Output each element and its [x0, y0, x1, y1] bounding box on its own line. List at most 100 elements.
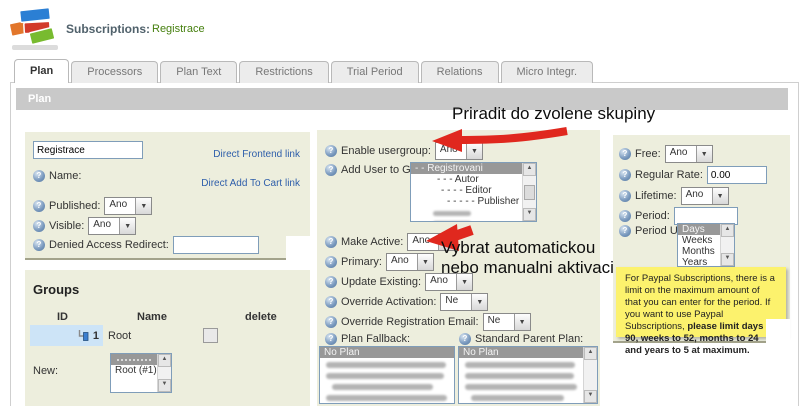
- chevron-down-icon[interactable]: ▼: [712, 188, 728, 204]
- plan-name-input[interactable]: [33, 141, 143, 159]
- help-icon[interactable]: ?: [325, 164, 337, 176]
- pricing-panel: ? Free: Ano ▼ ? Regular Rate: ? Lifetime…: [613, 135, 790, 343]
- chevron-down-icon[interactable]: ▼: [119, 218, 135, 234]
- standard-parent-listbox[interactable]: No Plan ▲ ▼: [458, 346, 598, 404]
- group-name-value: Root: [108, 330, 131, 342]
- primary-row: ? Primary: Ano ▼: [325, 253, 434, 271]
- help-icon[interactable]: ?: [33, 200, 45, 212]
- tab-plan[interactable]: Plan: [14, 59, 69, 83]
- list-item[interactable]: No Plan: [459, 347, 583, 358]
- chevron-down-icon[interactable]: ▼: [135, 198, 151, 214]
- plan-fallback-label: Plan Fallback:: [341, 333, 410, 345]
- visible-select[interactable]: Ano ▼: [88, 217, 136, 235]
- scroll-up-icon[interactable]: ▲: [523, 163, 536, 176]
- scrollbar[interactable]: ▲ ▼: [157, 354, 171, 392]
- scroll-down-icon[interactable]: ▼: [158, 379, 171, 392]
- tab-trial-period[interactable]: Trial Period: [331, 61, 419, 83]
- scroll-up-icon[interactable]: ▲: [584, 347, 597, 360]
- help-icon[interactable]: ?: [33, 170, 45, 182]
- list-item[interactable]: - - - Autor: [411, 174, 522, 185]
- make-active-row: ? Make Active: Ano ▼: [325, 233, 455, 251]
- help-icon[interactable]: ?: [619, 169, 631, 181]
- override-email-select[interactable]: Ne ▼: [483, 313, 531, 331]
- list-item[interactable]: Months: [678, 246, 720, 257]
- direct-frontend-link[interactable]: Direct Frontend link: [213, 149, 300, 160]
- list-item[interactable]: Root (#1): [111, 365, 157, 376]
- override-activation-label: Override Activation:: [341, 296, 436, 308]
- list-item[interactable]: - - Registrovani: [411, 163, 522, 174]
- tab-micro-integr[interactable]: Micro Integr.: [501, 61, 594, 83]
- section-title-bar: Plan: [16, 88, 788, 110]
- help-icon[interactable]: ?: [325, 276, 337, 288]
- scroll-down-icon[interactable]: ▼: [584, 390, 597, 403]
- regular-rate-input[interactable]: [707, 166, 767, 184]
- delete-checkbox[interactable]: [203, 328, 218, 343]
- lifetime-row: ? Lifetime: Ano ▼: [619, 187, 729, 205]
- standard-parent-row: ? Standard Parent Plan:: [459, 333, 583, 345]
- groups-panel: Groups ID Name delete 1 Root New: Root (…: [25, 270, 310, 406]
- tab-relations[interactable]: Relations: [421, 61, 499, 83]
- tab-processors[interactable]: Processors: [71, 61, 158, 83]
- list-item[interactable]: No Plan: [320, 347, 454, 358]
- help-icon[interactable]: ?: [619, 225, 631, 237]
- group-id-cell[interactable]: 1: [30, 325, 103, 346]
- list-item[interactable]: - - - - - Publisher: [411, 196, 522, 207]
- scroll-thumb[interactable]: [524, 185, 535, 200]
- new-group-listbox[interactable]: Root (#1) ▲ ▼: [110, 353, 172, 393]
- scroll-up-icon[interactable]: ▲: [721, 224, 734, 237]
- help-icon[interactable]: ?: [325, 145, 337, 157]
- separator-option[interactable]: [111, 354, 157, 365]
- period-label: Period:: [635, 210, 670, 222]
- help-icon[interactable]: ?: [459, 333, 471, 345]
- help-icon[interactable]: ?: [33, 239, 45, 251]
- subscriptions-logo: [8, 5, 66, 55]
- help-icon[interactable]: ?: [325, 296, 337, 308]
- redacted-item: [465, 373, 574, 379]
- help-icon[interactable]: ?: [619, 148, 631, 160]
- denied-redirect-input[interactable]: [173, 236, 259, 254]
- list-item[interactable]: Weeks: [678, 235, 720, 246]
- chevron-down-icon[interactable]: ▼: [466, 143, 482, 159]
- help-icon[interactable]: ?: [325, 236, 337, 248]
- scroll-down-icon[interactable]: ▼: [721, 253, 734, 266]
- name-field-row: ? Name:: [33, 170, 81, 182]
- override-activation-select[interactable]: Ne ▼: [440, 293, 488, 311]
- chevron-down-icon[interactable]: ▼: [417, 254, 433, 270]
- published-select[interactable]: Ano ▼: [104, 197, 152, 215]
- list-item[interactable]: Years: [678, 257, 720, 266]
- group-id-value: 1: [93, 330, 99, 342]
- name-label: Name:: [49, 170, 81, 182]
- add-user-listbox[interactable]: - - Registrovani - - - Autor - - - - Edi…: [410, 162, 537, 222]
- primary-select[interactable]: Ano ▼: [386, 253, 434, 271]
- direct-add-to-cart-link[interactable]: Direct Add To Cart link: [201, 178, 300, 189]
- help-icon[interactable]: ?: [619, 210, 631, 222]
- listbox-items: Root (#1): [111, 354, 157, 392]
- scroll-down-icon[interactable]: ▼: [523, 208, 536, 221]
- help-icon[interactable]: ?: [33, 220, 45, 232]
- free-value: Ano: [666, 146, 696, 162]
- visible-row: ? Visible: Ano ▼: [33, 217, 136, 235]
- scroll-up-icon[interactable]: ▲: [158, 354, 171, 367]
- lifetime-select[interactable]: Ano ▼: [681, 187, 729, 205]
- tab-restrictions[interactable]: Restrictions: [239, 61, 328, 83]
- redacted-item: [326, 395, 447, 401]
- published-value: Ano: [105, 198, 135, 214]
- help-icon[interactable]: ?: [325, 316, 337, 328]
- scrollbar[interactable]: ▲ ▼: [522, 163, 536, 221]
- enable-usergroup-select[interactable]: Ano ▼: [435, 142, 483, 160]
- free-select[interactable]: Ano ▼: [665, 145, 713, 163]
- chevron-down-icon[interactable]: ▼: [696, 146, 712, 162]
- list-item[interactable]: - - - - Editor: [411, 185, 522, 196]
- plan-fallback-listbox[interactable]: No Plan: [319, 346, 455, 404]
- help-icon[interactable]: ?: [325, 333, 337, 345]
- tab-plan-text[interactable]: Plan Text: [160, 61, 237, 83]
- list-item[interactable]: Days: [678, 224, 720, 235]
- scrollbar[interactable]: ▲ ▼: [583, 347, 597, 403]
- scrollbar[interactable]: ▲ ▼: [720, 224, 734, 266]
- period-unit-listbox[interactable]: Days Weeks Months Years ▲ ▼: [677, 223, 735, 267]
- make-active-value: Ano: [408, 234, 438, 250]
- help-icon[interactable]: ?: [619, 190, 631, 202]
- help-icon[interactable]: ?: [325, 256, 337, 268]
- chevron-down-icon[interactable]: ▼: [514, 314, 530, 330]
- chevron-down-icon[interactable]: ▼: [471, 294, 487, 310]
